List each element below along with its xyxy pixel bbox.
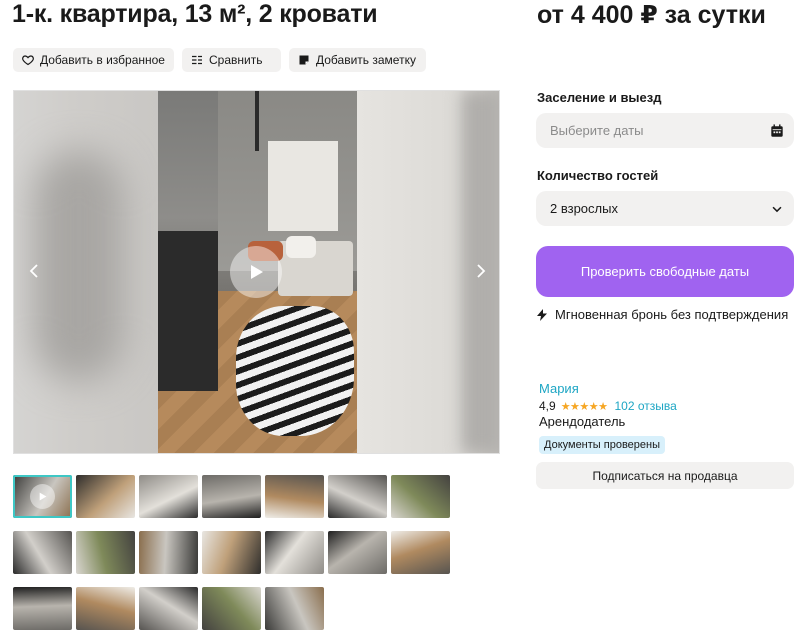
add-to-favorites-button[interactable]: Добавить в избранное [13,48,174,72]
chevron-left-icon [29,264,38,278]
check-availability-button[interactable]: Проверить свободные даты [536,246,794,297]
chevron-down-icon [772,206,782,212]
dates-label: Заселение и выезд [537,90,662,105]
gallery-thumbnail[interactable] [202,475,261,518]
video-play-button[interactable] [230,246,282,298]
gallery-thumbnail[interactable] [202,531,261,574]
gallery-thumbnail[interactable] [76,587,135,630]
gallery-thumbnail[interactable] [13,531,72,574]
note-icon [299,55,309,65]
add-note-button[interactable]: Добавить заметку [289,48,426,72]
listing-actions: Добавить в избранное Сравнить Добавить з… [13,48,426,72]
seller-name-link[interactable]: Мария [539,381,579,396]
add-note-label: Добавить заметку [316,53,416,67]
listing-title: 1-к. квартира, 13 м², 2 кровати [12,0,378,28]
guests-label: Количество гостей [537,168,659,183]
heart-icon [22,55,34,66]
instant-booking-text: Мгновенная бронь без подтверждения [555,307,789,322]
gallery-next-button[interactable] [469,259,493,283]
gallery-thumbnail[interactable] [76,475,135,518]
gallery-thumbnail[interactable] [328,531,387,574]
guests-value: 2 взрослых [550,201,618,216]
play-icon [251,265,263,279]
main-photo[interactable] [158,91,357,453]
thumbnail-play-button [30,484,55,509]
compare-icon [192,55,202,65]
compare-button[interactable]: Сравнить [182,48,281,72]
rating-value: 4,9 [539,399,556,413]
reviews-link[interactable]: 102 отзыва [615,399,677,413]
star-rating-icon: ★★★★★ [560,400,608,413]
subscribe-seller-button[interactable]: Подписаться на продавца [536,462,794,489]
chevron-right-icon [477,264,486,278]
photo-gallery[interactable] [13,90,500,454]
gallery-thumbnail[interactable] [139,475,198,518]
gallery-thumbnail[interactable] [391,475,450,518]
gallery-thumbnail[interactable] [139,531,198,574]
gallery-thumbnail[interactable] [328,475,387,518]
seller-rating: 4,9 ★★★★★ 102 отзыва [539,399,677,413]
gallery-thumbnail[interactable] [265,587,324,630]
gallery-thumbnail[interactable] [139,587,198,630]
gallery-thumbnail[interactable] [13,475,72,518]
seller-role: Арендодатель [539,414,626,429]
instant-booking-note: Мгновенная бронь без подтверждения [537,307,788,322]
compare-label: Сравнить [209,53,263,67]
lightning-icon [537,308,547,321]
play-icon [39,492,47,501]
documents-verified-badge: Документы проверены [539,436,666,454]
gallery-prev-button[interactable] [22,259,46,283]
listing-price: от 4 400 ₽ за сутки [537,1,766,29]
dates-placeholder: Выберите даты [550,123,644,138]
gallery-thumbnail[interactable] [391,531,450,574]
calendar-icon [771,123,783,137]
gallery-thumbnail[interactable] [265,531,324,574]
add-to-favorites-label: Добавить в избранное [40,53,165,67]
guests-select[interactable]: 2 взрослых [536,191,794,226]
gallery-thumbnail[interactable] [13,587,72,630]
gallery-thumbnail[interactable] [76,531,135,574]
gallery-thumbnail[interactable] [202,587,261,630]
dates-picker[interactable]: Выберите даты [536,113,794,148]
gallery-thumbnail[interactable] [265,475,324,518]
